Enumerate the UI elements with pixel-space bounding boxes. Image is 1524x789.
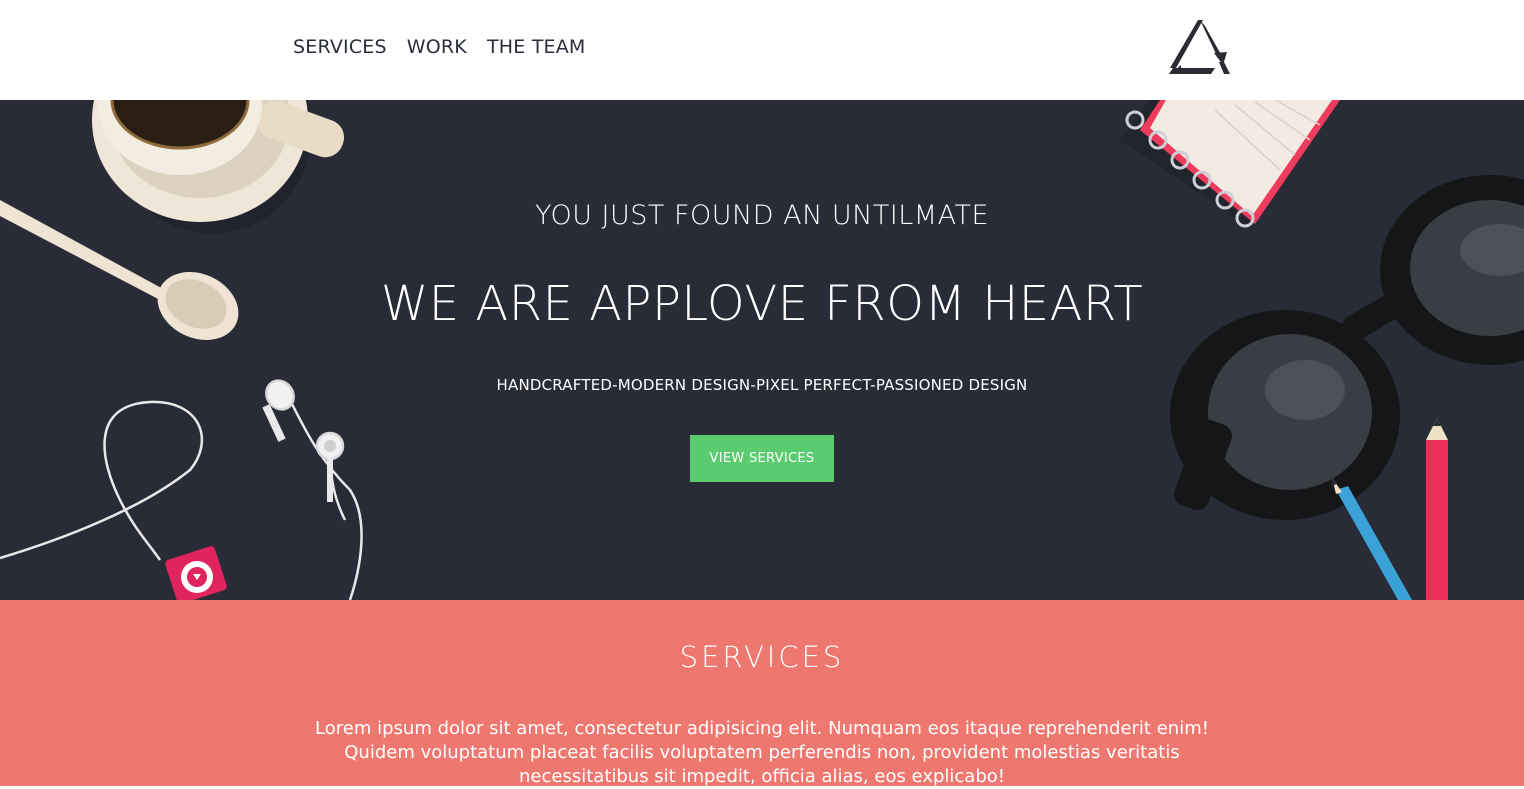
hero-illustration bbox=[0, 100, 1524, 600]
music-player-icon bbox=[165, 546, 227, 600]
services-description: Lorem ipsum dolor sit amet, consectetur … bbox=[290, 717, 1234, 789]
services-section: SERVICES Lorem ipsum dolor sit amet, con… bbox=[0, 600, 1524, 789]
nav-link-the-team[interactable]: THE TEAM bbox=[487, 36, 586, 58]
hero-tagline: HANDCRAFTED-MODERN DESIGN-PIXEL PERFECT-… bbox=[496, 376, 1028, 394]
services-text-line: Lorem ipsum dolor sit amet, consectetur … bbox=[315, 718, 1209, 739]
hero-title: WE ARE APPLOVE FROM HEART bbox=[380, 276, 1144, 332]
services-text-line: necessitatibus sit impedit, officia alia… bbox=[519, 766, 1005, 787]
nav-link-work[interactable]: WORK bbox=[407, 36, 467, 58]
triangle-arrows-logo-icon[interactable] bbox=[1167, 18, 1233, 76]
nav-link-services[interactable]: SERVICES bbox=[293, 36, 387, 58]
nav-links: SERVICES WORK THE TEAM bbox=[293, 36, 586, 58]
view-services-button[interactable]: VIEW SERVICES bbox=[690, 435, 834, 482]
hero-section: YOU JUST FOUND AN UNTILMATE WE ARE APPLO… bbox=[0, 100, 1524, 600]
services-text-line: Quidem voluptatum placeat facilis volupt… bbox=[344, 742, 1180, 763]
hero-kicker: YOU JUST FOUND AN UNTILMATE bbox=[534, 200, 990, 231]
services-heading: SERVICES bbox=[679, 640, 845, 674]
navbar: SERVICES WORK THE TEAM bbox=[0, 0, 1524, 100]
